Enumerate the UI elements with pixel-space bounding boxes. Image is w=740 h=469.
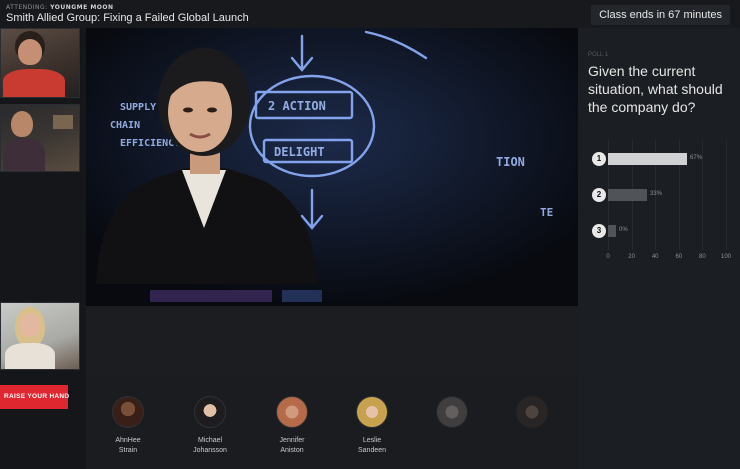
participant-name: AhnHee Strain [115, 437, 141, 454]
x-tick-label: 40 [651, 254, 659, 260]
participant-4[interactable]: Leslie Sandeen [342, 396, 402, 456]
class-timer: Class ends in 67 minutes [591, 5, 730, 25]
stage-bottom-strip [86, 306, 578, 376]
x-tick-label: 0 [606, 254, 610, 260]
participant-name: Leslie Sandeen [357, 437, 387, 454]
participant-3[interactable]: Jennifer Aniston [262, 396, 322, 456]
avatar[interactable] [112, 396, 144, 428]
main-video-stage[interactable]: 2 ACTION DELIGHT SUPPLY CHAIN EFFICIENCY… [86, 28, 578, 306]
poll-result-bar [608, 189, 647, 201]
svg-text:TE: TE [540, 206, 553, 219]
raise-hand-button[interactable]: RAISE YOUR HAND [0, 385, 69, 409]
participant-video-1[interactable] [0, 28, 80, 98]
participant-shirt [3, 139, 45, 171]
poll-option-number: 1 [592, 152, 606, 166]
avatar[interactable] [516, 396, 548, 428]
svg-text:TION: TION [496, 155, 525, 169]
x-tick-label: 60 [675, 254, 683, 260]
poll-option-2[interactable]: 2 33% [586, 184, 730, 206]
participant-shirt [3, 69, 65, 97]
avatar[interactable] [276, 396, 308, 428]
poll-option-1[interactable]: 1 67% [586, 148, 730, 170]
participant-face [18, 39, 42, 65]
x-tick-label: 80 [699, 254, 706, 260]
poll-question: Given the current situation, what should… [588, 63, 723, 115]
participant-2[interactable]: Michael Johansson [180, 396, 240, 456]
participant-name [502, 436, 562, 446]
poll-result-bar [608, 153, 688, 165]
poll-result-percent: 67% [690, 155, 703, 161]
poll-option-number: 3 [592, 224, 606, 238]
attending-label: ATTENDING [6, 4, 46, 11]
poll-option-3[interactable]: 3 0% [586, 220, 730, 242]
poll-result-percent: 33% [649, 191, 662, 197]
participant-6[interactable] [502, 396, 562, 446]
background-picture [53, 115, 73, 129]
top-bar: ATTENDING: YOUNGME MOON Smith Allied Gro… [0, 0, 740, 28]
x-tick-label: 100 [720, 254, 731, 260]
participant-name [422, 436, 482, 446]
session-title: Smith Allied Group: Fixing a Failed Glob… [6, 12, 249, 24]
attending-info: ATTENDING: YOUNGME MOON [6, 4, 114, 11]
participant-5[interactable] [422, 396, 482, 446]
participant-1[interactable]: AhnHee Strain [98, 396, 158, 456]
participant-shirt [5, 343, 55, 369]
x-tick-label: 20 [628, 254, 635, 260]
poll-label: POLL 1 [588, 52, 609, 58]
participant-strip: AhnHee Strain Michael Johansson Jennifer An… [86, 376, 578, 469]
participant-name: Jennifer Aniston [279, 437, 305, 454]
poll-result-percent: 0% [619, 227, 628, 233]
participant-video-3[interactable] [0, 302, 80, 370]
participant-video-2[interactable] [0, 104, 80, 172]
avatar[interactable] [436, 396, 468, 428]
poll-option-number: 2 [592, 188, 606, 202]
participant-face [20, 313, 40, 337]
poll-result-bar [608, 225, 616, 237]
avatar[interactable] [194, 396, 226, 428]
poll-results-chart: 0 20 40 60 80 100 1 67% 2 33% 3 0% [586, 140, 731, 274]
participant-name: Michael Johansson [193, 437, 227, 454]
poll-panel: POLL 1 Given the current situation, what… [578, 28, 740, 469]
participant-face [11, 111, 33, 137]
avatar[interactable] [356, 396, 388, 428]
participant-video-column: RAISE YOUR HAND [0, 28, 82, 469]
presenter-figure [96, 48, 318, 284]
attending-name: YOUNGME MOON [50, 4, 114, 11]
